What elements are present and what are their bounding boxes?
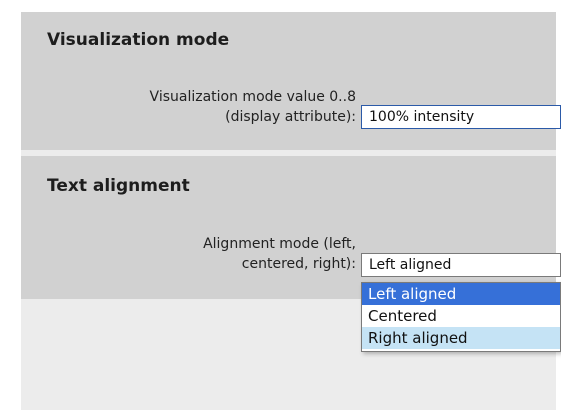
dropdown-option-centered[interactable]: Centered xyxy=(362,305,560,327)
visualization-mode-section: Visualization mode Visualization mode va… xyxy=(21,12,561,150)
alignment-mode-select[interactable]: Left aligned xyxy=(361,253,561,277)
text-alignment-section: Text alignment Alignment mode (left, cen… xyxy=(21,156,561,299)
alignment-mode-label: Alignment mode (left, centered, right): xyxy=(203,234,356,274)
label-line: (display attribute): xyxy=(225,109,356,125)
label-line: centered, right): xyxy=(241,256,356,272)
label-line: Alignment mode (left, xyxy=(203,236,356,252)
visualization-mode-field[interactable]: 100% intensity xyxy=(361,105,561,129)
section-title: Text alignment xyxy=(47,176,190,196)
dropdown-option-right-aligned[interactable]: Right aligned xyxy=(362,327,560,349)
visualization-mode-label: Visualization mode value 0..8 (display a… xyxy=(150,87,356,127)
section-title: Visualization mode xyxy=(47,30,230,50)
alignment-mode-dropdown-list: Left aligned Centered Right aligned xyxy=(361,282,561,352)
label-line: Visualization mode value 0..8 xyxy=(149,89,356,105)
dropdown-option-left-aligned[interactable]: Left aligned xyxy=(362,283,560,305)
